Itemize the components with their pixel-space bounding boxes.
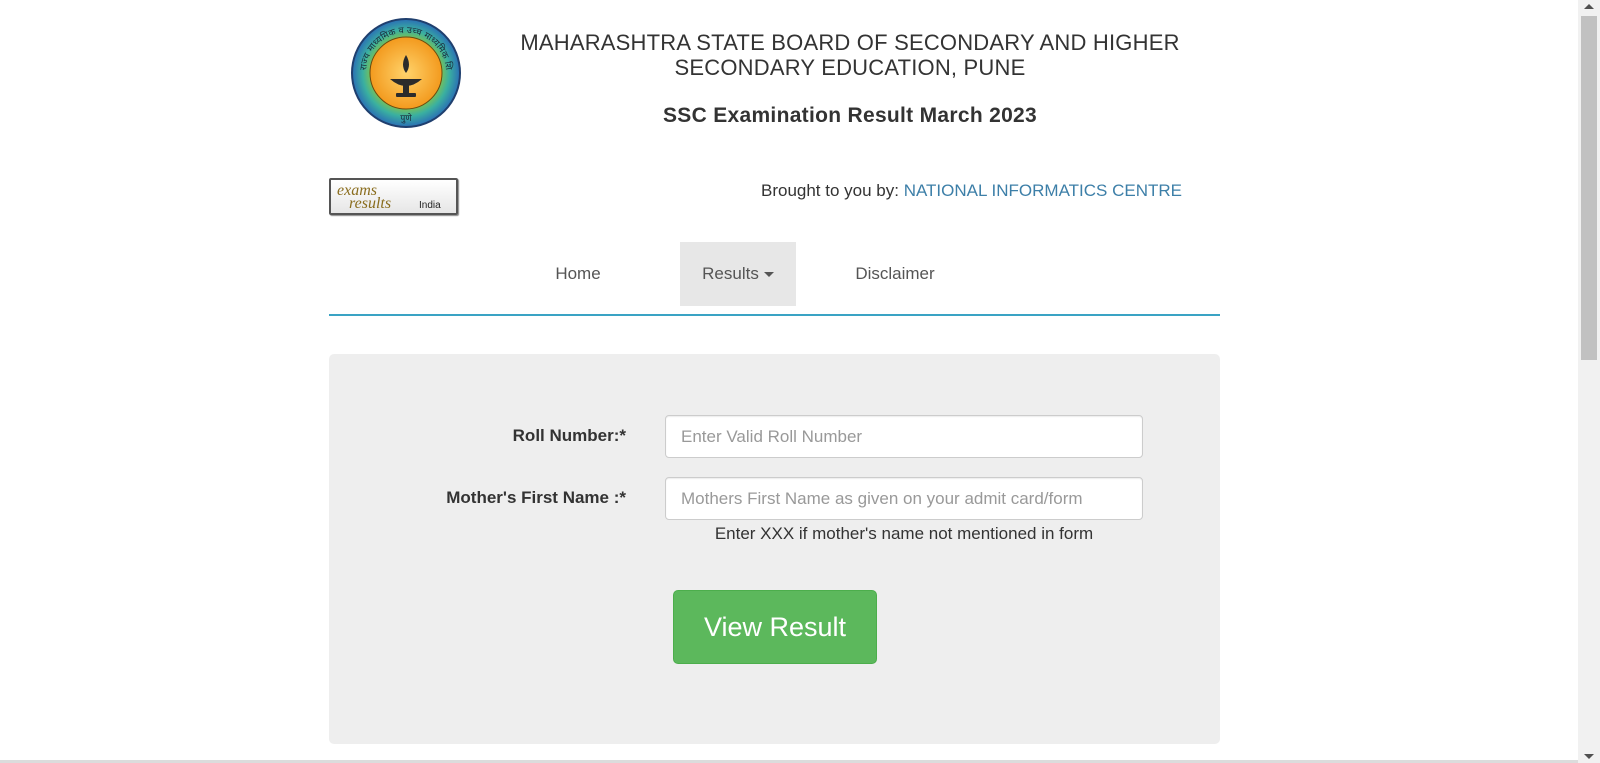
svg-text:India: India [419,200,441,211]
mother-name-help-text: Enter XXX if mother's name not mentioned… [714,524,1094,543]
svg-text:पुणे: पुणे [400,112,412,124]
view-result-button[interactable]: View Result [673,590,877,664]
nav-results-dropdown[interactable]: Results [680,242,796,306]
page: राज्य माध्यमिक व उच्च माध्यमिक शिक्षण मं… [0,0,1600,763]
nav-home[interactable]: Home [542,242,614,306]
credit-prefix: Brought to you by: [760,181,904,200]
vertical-scrollbar[interactable] [1578,0,1600,763]
exam-title: SSC Examination Result March 2023 [662,104,1038,127]
credit-text: Brought to you by: NATIONAL INFORMATICS … [700,181,1182,201]
nav-home-label: Home [555,264,601,283]
result-form-panel [329,354,1220,744]
scroll-down-arrow-icon[interactable] [1584,754,1594,759]
mother-name-input[interactable] [665,477,1143,520]
caret-down-icon [763,272,774,278]
roll-number-label: Roll Number:* [512,426,626,445]
mother-name-label: Mother's First Name :* [446,488,626,507]
nav-divider [329,314,1220,316]
main-nav: Home Results Disclaimer [329,242,1220,306]
nav-results-label: Results [702,264,759,283]
board-title-line2: SECONDARY EDUCATION, PUNE [674,55,1026,80]
board-title: MAHARASHTRA STATE BOARD OF SECONDARY AND… [470,30,1230,80]
nav-disclaimer[interactable]: Disclaimer [845,242,945,306]
roll-number-input[interactable] [665,415,1143,458]
nav-disclaimer-label: Disclaimer [855,264,935,283]
exams-results-india-logo[interactable]: exams results India [329,178,458,215]
svg-text:results: results [349,195,391,212]
scrollbar-thumb[interactable] [1581,16,1597,360]
board-title-line1: MAHARASHTRA STATE BOARD OF SECONDARY AND… [520,30,1180,55]
scroll-up-arrow-icon[interactable] [1584,4,1594,9]
board-seal-logo: राज्य माध्यमिक व उच्च माध्यमिक शिक्षण मं… [347,9,462,129]
nic-link[interactable]: NATIONAL INFORMATICS CENTRE [904,181,1182,200]
